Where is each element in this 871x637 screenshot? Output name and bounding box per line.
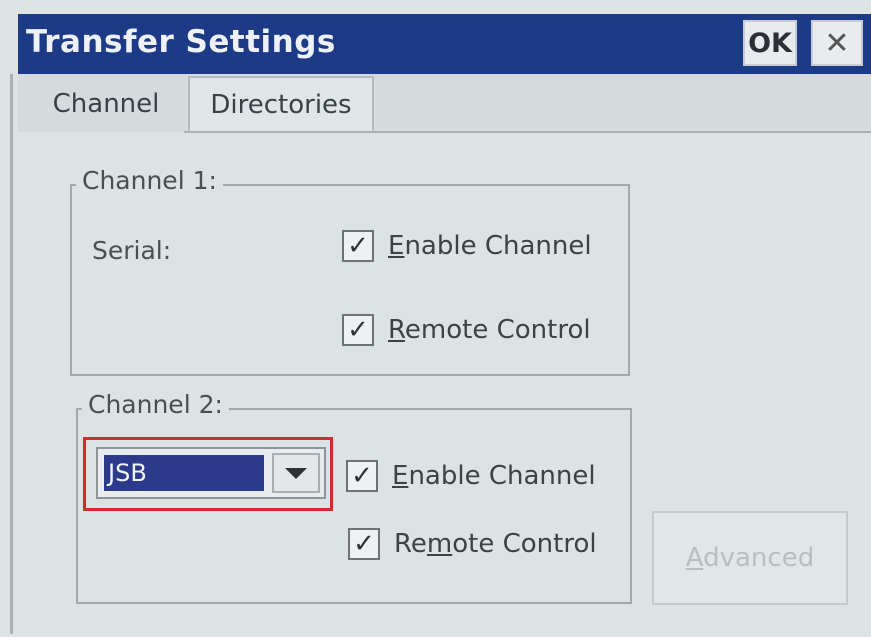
check-icon: ✓ xyxy=(342,230,374,262)
channel2-legend: Channel 2: xyxy=(82,390,229,419)
device-screen: Transfer Settings OK ✕ Channel Directori… xyxy=(0,0,871,637)
channel2-remote-checkbox[interactable]: ✓ Remote Control xyxy=(348,528,597,560)
tab-directories[interactable]: Directories xyxy=(188,76,374,132)
tab-strip: Channel Directories xyxy=(18,74,871,132)
close-icon[interactable]: ✕ xyxy=(811,20,863,66)
ok-button[interactable]: OK xyxy=(743,20,797,66)
channel1-remote-label: Remote Control xyxy=(388,315,591,345)
channel1-remote-checkbox[interactable]: ✓ Remote Control xyxy=(342,314,591,346)
channel2-enable-label: Enable Channel xyxy=(392,461,596,491)
window-edge xyxy=(10,74,13,634)
tab-divider xyxy=(184,131,871,133)
channel1-enable-checkbox[interactable]: ✓ Enable Channel xyxy=(342,230,592,262)
window-title: Transfer Settings xyxy=(26,24,336,60)
tab-channel[interactable]: Channel xyxy=(26,76,186,132)
channel2-type-select[interactable]: JSB xyxy=(96,447,326,499)
channel1-type-label: Serial: xyxy=(92,236,172,265)
channel1-group: Channel 1: Serial: ✓ Enable Channel ✓ Re… xyxy=(70,166,630,376)
title-bar: Transfer Settings OK ✕ xyxy=(18,14,871,74)
check-icon: ✓ xyxy=(346,460,378,492)
channel2-type-value: JSB xyxy=(104,455,264,491)
channel1-legend: Channel 1: xyxy=(76,166,223,195)
channel2-enable-checkbox[interactable]: ✓ Enable Channel xyxy=(346,460,596,492)
advanced-label: Advanced xyxy=(685,543,815,573)
check-icon: ✓ xyxy=(342,314,374,346)
advanced-button[interactable]: Advanced xyxy=(652,511,848,605)
chevron-down-icon[interactable] xyxy=(272,453,320,493)
channel2-remote-label: Remote Control xyxy=(394,529,597,559)
check-icon: ✓ xyxy=(348,528,380,560)
channel1-enable-label: Enable Channel xyxy=(388,231,592,261)
